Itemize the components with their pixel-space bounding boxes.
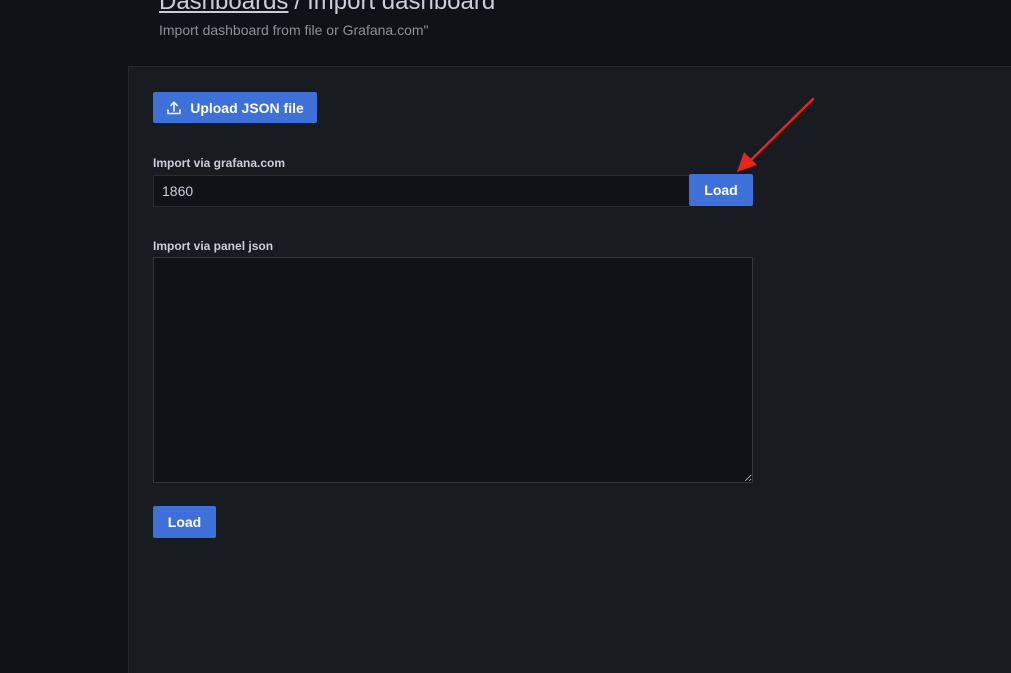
json-import-label: Import via panel json xyxy=(153,239,274,253)
grafana-load-button[interactable]: Load xyxy=(689,174,753,206)
upload-icon xyxy=(167,101,181,114)
breadcrumb-separator: / xyxy=(294,0,302,15)
import-panel: Upload JSON file Import via grafana.com … xyxy=(128,66,1011,673)
grafana-import-label: Import via grafana.com xyxy=(153,156,286,170)
breadcrumb-current: Import dashboard xyxy=(307,0,496,15)
panel-json-textarea[interactable] xyxy=(153,257,753,483)
json-load-button[interactable]: Load xyxy=(153,506,216,538)
grafana-id-input[interactable] xyxy=(153,175,690,207)
page-subtitle: Import dashboard from file or Grafana.co… xyxy=(159,22,429,38)
breadcrumb-link-dashboards[interactable]: Dashboards xyxy=(159,0,288,15)
breadcrumb: Dashboards / Import dashboard xyxy=(159,0,495,16)
upload-json-button[interactable]: Upload JSON file xyxy=(153,92,317,123)
page-header: Dashboards / Import dashboard Import dashb… xyxy=(0,0,1011,67)
upload-json-label: Upload JSON file xyxy=(190,99,304,116)
